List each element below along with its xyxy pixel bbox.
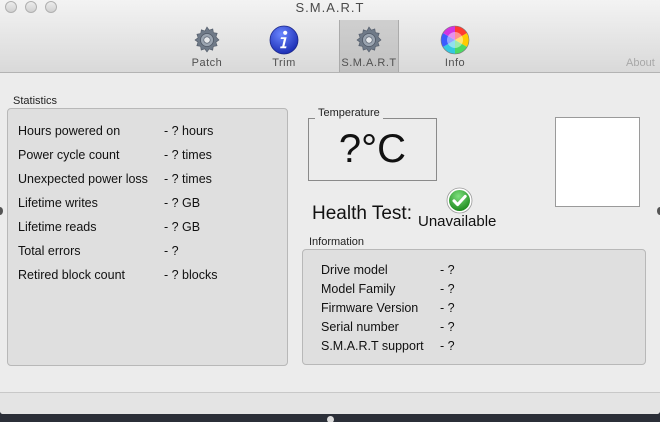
stat-label: Total errors bbox=[18, 244, 81, 258]
info-label: S.M.A.R.T support bbox=[321, 339, 424, 353]
health-test-value: Unavailable bbox=[418, 213, 497, 230]
stat-label: Power cycle count bbox=[18, 148, 120, 162]
statistics-title: Statistics bbox=[13, 95, 58, 107]
info-label: Firmware Version bbox=[321, 301, 419, 315]
info-label: Drive model bbox=[321, 263, 388, 277]
toolbar-info-button[interactable]: Info bbox=[425, 20, 485, 72]
information-title: Information bbox=[309, 236, 365, 248]
info-value: - ? bbox=[440, 339, 455, 353]
info-value: - ? bbox=[440, 263, 455, 277]
info-icon bbox=[269, 25, 299, 55]
stat-label: Unexpected power loss bbox=[18, 172, 148, 186]
toolbar: S.M.A.R.T Patch Trim S.M.A.R.T Info Abou… bbox=[0, 0, 660, 73]
stat-label: Hours powered on bbox=[18, 124, 121, 138]
app-window: S.M.A.R.T Patch Trim S.M.A.R.T Info Abou… bbox=[0, 0, 660, 414]
gear-icon bbox=[194, 26, 220, 53]
dock-indicator bbox=[327, 416, 334, 422]
info-value: - ? bbox=[440, 282, 455, 296]
stat-value: - ? GB bbox=[164, 220, 201, 234]
toolbar-trim-button[interactable]: Trim bbox=[254, 20, 314, 72]
info-label: Serial number bbox=[321, 320, 399, 334]
color-wheel-icon bbox=[440, 25, 470, 55]
temperature-title: Temperature bbox=[315, 107, 383, 119]
stat-value: - ? bbox=[164, 244, 179, 258]
toolbar-smart-button[interactable]: S.M.A.R.T bbox=[339, 20, 399, 72]
drive-image-well bbox=[555, 117, 640, 207]
toolbar-item-label: Trim bbox=[272, 57, 296, 69]
info-label: Model Family bbox=[321, 282, 396, 296]
stat-value: - ? hours bbox=[164, 124, 214, 138]
bottom-bar bbox=[0, 392, 660, 414]
toolbar-item-label: Info bbox=[444, 57, 466, 69]
toolbar-item-label: S.M.A.R.T bbox=[341, 57, 397, 69]
window-title: S.M.A.R.T bbox=[295, 0, 365, 15]
temperature-box: ?°C bbox=[308, 118, 437, 181]
about-button[interactable]: About bbox=[626, 57, 655, 69]
checkmark-icon bbox=[446, 187, 473, 214]
left-resize-handle[interactable] bbox=[0, 207, 3, 215]
health-test-label: Health Test: bbox=[312, 203, 412, 224]
toolbar-item-label: Patch bbox=[191, 57, 223, 69]
stat-label: Lifetime writes bbox=[18, 196, 98, 210]
info-value: - ? bbox=[440, 320, 455, 334]
stat-value: - ? times bbox=[164, 148, 212, 162]
stat-label: Retired block count bbox=[18, 268, 126, 282]
stat-label: Lifetime reads bbox=[18, 220, 97, 234]
gear-icon bbox=[356, 26, 382, 53]
stat-value: - ? GB bbox=[164, 196, 201, 210]
temperature-value: ?°C bbox=[338, 127, 407, 171]
stat-value: - ? times bbox=[164, 172, 212, 186]
toolbar-patch-button[interactable]: Patch bbox=[177, 20, 237, 72]
info-value: - ? bbox=[440, 301, 455, 315]
stat-value: - ? blocks bbox=[164, 268, 218, 282]
